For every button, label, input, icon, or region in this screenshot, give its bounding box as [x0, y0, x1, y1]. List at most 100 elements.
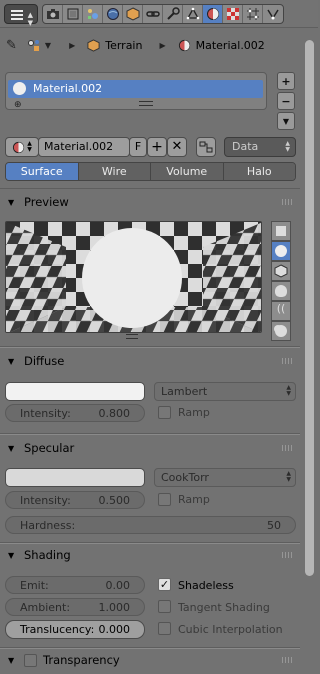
preview-flat-button[interactable]	[271, 221, 291, 241]
chain-icon	[145, 11, 160, 17]
node-toggle-button[interactable]	[196, 137, 216, 157]
tab-particles[interactable]	[243, 5, 263, 23]
layers-icon	[67, 8, 78, 20]
tab-material[interactable]	[203, 5, 223, 23]
breadcrumb-separator-icon: ▶	[69, 40, 76, 50]
list-filter-icon[interactable]: ⊕	[14, 100, 22, 110]
pin-icon[interactable]: ✎	[6, 38, 17, 53]
scene-data-icon	[27, 38, 41, 52]
object-cube-icon	[126, 7, 139, 21]
material-name-field[interactable]: Material.002	[38, 137, 130, 157]
breadcrumb-separator-icon: ▶	[159, 40, 166, 50]
cubic-interpolation-label: Cubic Interpolation	[178, 623, 283, 636]
diffuse-ramp-checkbox[interactable]	[158, 406, 171, 419]
drag-grip-icon[interactable]	[282, 552, 294, 558]
tab-volume[interactable]: Volume	[151, 163, 224, 180]
shadeless-checkbox[interactable]: ✓	[158, 578, 171, 591]
collapse-triangle-icon: ▼	[8, 443, 15, 453]
specular-ramp-checkbox[interactable]	[158, 493, 171, 506]
specular-ramp-label: Ramp	[178, 493, 210, 506]
translucency-slider[interactable]: Translucency: 0.000	[5, 620, 145, 639]
slot-specials-button[interactable]: ▼	[277, 112, 295, 130]
specular-shader-dropdown[interactable]: CookTorr ▲ ▼	[154, 468, 296, 487]
drag-grip-icon[interactable]	[282, 657, 294, 663]
particles-icon	[246, 8, 259, 20]
tangent-shading-label: Tangent Shading	[178, 601, 270, 614]
hardness-slider[interactable]: Hardness: 50	[5, 516, 296, 534]
cube-icon	[274, 264, 288, 278]
monkey-icon	[275, 285, 287, 297]
scene-icon	[87, 9, 98, 19]
ambient-slider[interactable]: Ambient: 1.000	[5, 598, 145, 616]
chevron-updown-icon: ▲ ▼	[27, 11, 33, 27]
transparency-panel-header[interactable]: ▼ Transparency	[4, 649, 298, 671]
specular-panel-header[interactable]: ▼ Specular	[4, 437, 298, 459]
collapse-triangle-icon: ▼	[8, 655, 15, 665]
breadcrumb: ✎ ▼ ▶ Terrain ▶ Material.002	[0, 33, 318, 57]
emit-slider[interactable]: Emit: 0.00	[5, 576, 145, 594]
remove-slot-button[interactable]: −	[277, 92, 295, 110]
tab-object[interactable]	[123, 5, 143, 23]
browse-material-button[interactable]: ▲ ▼	[5, 137, 39, 157]
list-resize-grip[interactable]	[139, 101, 153, 106]
mesh-data-icon	[186, 7, 199, 20]
wrench-icon	[166, 7, 180, 20]
tab-world[interactable]	[103, 5, 123, 23]
link-type-dropdown[interactable]: Data ▲ ▼	[224, 137, 296, 157]
preview-cube-button[interactable]	[271, 261, 291, 281]
tab-surface[interactable]: Surface	[6, 163, 79, 180]
diffuse-ramp-label: Ramp	[178, 406, 210, 419]
chevron-updown-icon: ▲ ▼	[285, 140, 290, 153]
editor-type-button[interactable]: ▲ ▼	[4, 4, 38, 27]
shadeless-label: Shadeless	[178, 579, 234, 592]
tab-halo[interactable]: Halo	[223, 163, 295, 180]
tab-wire[interactable]: Wire	[78, 163, 151, 180]
preview-resize-grip[interactable]	[126, 334, 138, 339]
new-material-button[interactable]: +	[147, 137, 167, 157]
specular-color-swatch[interactable]	[5, 468, 145, 487]
cubic-interpolation-checkbox[interactable]	[158, 622, 171, 635]
shading-panel-header[interactable]: ▼ Shading	[4, 544, 298, 566]
vertical-scrollbar[interactable]	[305, 40, 314, 576]
spheres-icon	[275, 325, 287, 337]
tab-render[interactable]	[43, 5, 63, 23]
material-preview-render	[5, 221, 262, 333]
material-sphere-icon	[13, 141, 25, 153]
material-slot-item[interactable]: Material.002	[8, 80, 263, 98]
tab-data[interactable]	[183, 5, 203, 23]
drag-grip-icon[interactable]	[282, 199, 294, 205]
diffuse-shader-dropdown[interactable]: Lambert ▲ ▼	[154, 382, 296, 401]
preview-hair-button[interactable]: ((	[271, 301, 291, 321]
tab-constraints[interactable]	[143, 5, 163, 23]
tab-physics[interactable]	[263, 5, 283, 23]
preview-panel-header[interactable]: ▼ Preview	[4, 191, 298, 213]
breadcrumb-material: Material.002	[195, 38, 265, 52]
transparency-checkbox[interactable]	[24, 653, 37, 667]
diffuse-color-swatch[interactable]	[5, 382, 145, 401]
chevron-updown-icon: ▲ ▼	[286, 470, 291, 483]
unlink-material-button[interactable]: ✕	[167, 137, 187, 157]
sphere-icon	[275, 245, 287, 257]
divider	[0, 188, 300, 189]
tab-scene[interactable]	[83, 5, 103, 23]
diffuse-panel-header[interactable]: ▼ Diffuse	[4, 350, 298, 372]
add-slot-button[interactable]: +	[277, 72, 295, 90]
camera-icon	[46, 9, 59, 19]
chevron-updown-icon: ▲ ▼	[286, 384, 291, 397]
drag-grip-icon[interactable]	[282, 445, 294, 451]
tangent-shading-checkbox[interactable]	[158, 600, 171, 613]
collapse-triangle-icon: ▼	[8, 197, 15, 207]
preview-monkey-button[interactable]	[271, 281, 291, 301]
specular-intensity-slider[interactable]: Intensity: 0.500	[5, 491, 145, 509]
breadcrumb-object: Terrain	[105, 38, 143, 52]
tab-modifiers[interactable]	[163, 5, 183, 23]
divider	[0, 434, 300, 435]
world-icon	[106, 8, 119, 20]
drag-grip-icon[interactable]	[282, 358, 294, 364]
fake-user-button[interactable]: F	[129, 137, 147, 157]
diffuse-intensity-slider[interactable]: Intensity: 0.800	[5, 404, 145, 422]
preview-sphere-button[interactable]	[271, 241, 291, 261]
tab-texture[interactable]	[223, 5, 243, 23]
preview-world-button[interactable]	[271, 321, 291, 341]
tab-render-layers[interactable]	[63, 5, 83, 23]
